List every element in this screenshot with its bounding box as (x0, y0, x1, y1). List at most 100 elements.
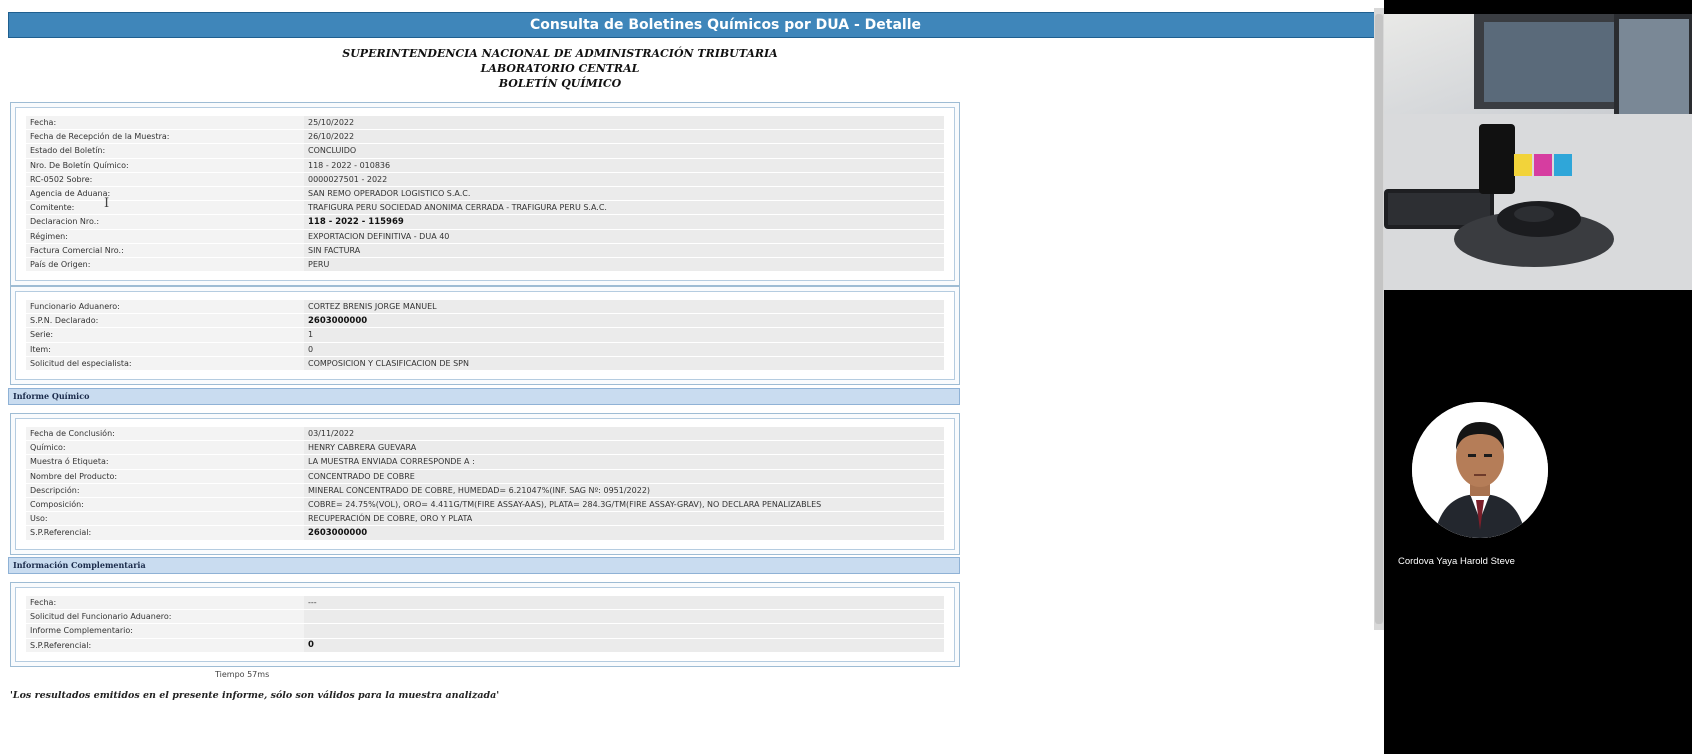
row-label: Estado del Boletín: (26, 143, 304, 159)
doc-title: BOLETÍN QUÍMICO (498, 77, 622, 90)
scrollbar-thumb[interactable] (1375, 14, 1383, 624)
row-label: Composición: (26, 497, 304, 513)
table-row: Fecha: 25/10/2022 (26, 116, 944, 131)
row-label: Serie: (26, 327, 304, 343)
row-label: Nombre del Producto: (26, 469, 304, 484)
general-info-panel: Fecha: 25/10/2022 Fecha de Recepción de l… (10, 102, 960, 287)
disclaimer-text: 'Los resultados emitidos en el presente … (10, 690, 500, 701)
table-row: Composición: COBRE= 24.75%(VOL), ORO= 4.4… (26, 497, 944, 513)
row-value: 2603000000 (304, 525, 944, 541)
video-call-panel: Cordova Yaya Harold Steve (1384, 0, 1692, 754)
row-value: --- (304, 596, 944, 611)
row-label: RC-0502 Sobre: (26, 172, 304, 187)
table-row: Estado del Boletín: CONCLUIDO (26, 143, 944, 159)
row-value: RECUPERACIÓN DE COBRE, ORO Y PLATA (304, 511, 944, 527)
table-row: Solicitud del especialista: COMPOSICION Y… (26, 356, 944, 371)
row-label: Agencia de Aduana: (26, 186, 304, 202)
row-label: Fecha: (26, 596, 304, 611)
table-row: Declaracion Nro.: 118 - 2022 - 115969 (26, 214, 944, 230)
row-value: EXPORTACION DEFINITIVA - DUA 40 (304, 229, 944, 244)
row-label: Fecha de Conclusión: (26, 427, 304, 442)
table-row: Agencia de Aduana: SAN REMO OPERADOR LOGI… (26, 186, 944, 202)
table-row: País de Origen: PERU (26, 257, 944, 273)
row-value: 25/10/2022 (304, 116, 944, 131)
table-row: Nro. De Boletín Químico: 118 - 2022 - 010… (26, 158, 944, 173)
participant-photo (1412, 402, 1548, 538)
participant-name: Cordova Yaya Harold Steve (1398, 556, 1515, 567)
table-row: Descripción: MINERAL CONCENTRADO DE COBRE… (26, 483, 944, 498)
row-label: S.P.Referencial: (26, 525, 304, 541)
table-row: S.P.N. Declarado: 2603000000 (26, 313, 944, 329)
row-label: Solicitud del Funcionario Aduanero: (26, 609, 304, 625)
row-label: Item: (26, 342, 304, 357)
row-label: Régimen: (26, 229, 304, 244)
table-row: Fecha de Recepción de la Muestra: 26/10/2… (26, 129, 944, 145)
row-value: 0 (304, 342, 944, 357)
table-row: Funcionario Aduanero: CORTEZ BRENIS JORGE… (26, 300, 944, 315)
row-value: 2603000000 (304, 313, 944, 329)
general-info-table: Fecha: 25/10/2022 Fecha de Recepción de l… (26, 116, 944, 273)
row-label: Muestra ó Etiqueta: (26, 454, 304, 470)
row-value: PERU (304, 257, 944, 273)
informe-quimico-panel: Fecha de Conclusión: 03/11/2022 Químico: H… (10, 413, 960, 555)
row-value: SIN FACTURA (304, 243, 944, 258)
table-row: Item: 0 (26, 342, 944, 357)
table-row: Nombre del Producto: CONCENTRADO DE COBRE (26, 469, 944, 484)
row-value: 118 - 2022 - 115969 (304, 214, 944, 230)
participant-avatar (1412, 402, 1548, 538)
row-value: 1 (304, 327, 944, 343)
row-label: Factura Comercial Nro.: (26, 243, 304, 258)
row-value: COBRE= 24.75%(VOL), ORO= 4.411G/TM(FIRE … (304, 497, 944, 513)
row-value: CORTEZ BRENIS JORGE MANUEL (304, 300, 944, 315)
table-row: Fecha de Conclusión: 03/11/2022 (26, 427, 944, 442)
table-row: Muestra ó Etiqueta: LA MUESTRA ENVIADA CO… (26, 454, 944, 470)
camera-feed (1384, 14, 1692, 290)
row-value (304, 623, 944, 639)
row-label: Solicitud del especialista: (26, 356, 304, 371)
row-label: Comitente: (26, 200, 304, 216)
row-value: CONCLUIDO (304, 143, 944, 159)
informe-quimico-table: Fecha de Conclusión: 03/11/2022 Químico: H… (26, 427, 944, 541)
row-value: HENRY CABRERA GUEVARA (304, 440, 944, 456)
row-value: CONCENTRADO DE COBRE (304, 469, 944, 484)
row-label: Uso: (26, 511, 304, 527)
row-label: Químico: (26, 440, 304, 456)
table-row: Fecha: --- (26, 596, 944, 611)
informe-quimico-header: Informe Químico (8, 388, 960, 405)
browser-viewport: Consulta de Boletines Químicos por DUA -… (0, 0, 1474, 754)
table-row: Uso: RECUPERACIÓN DE COBRE, ORO Y PLATA (26, 511, 944, 527)
row-label: Funcionario Aduanero: (26, 300, 304, 315)
page-title-bar: Consulta de Boletines Químicos por DUA -… (8, 12, 1443, 38)
table-row: Comitente: TRAFIGURA PERU SOCIEDAD ANONIM… (26, 200, 944, 216)
row-label: Declaracion Nro.: (26, 214, 304, 230)
row-value: 0 (304, 638, 944, 653)
participant-tile: Cordova Yaya Harold Steve (1384, 298, 1692, 754)
org-name: SUPERINTENDENCIA NACIONAL DE ADMINISTRAC… (342, 47, 778, 60)
lab-name: LABORATORIO CENTRAL (480, 62, 640, 75)
row-value: SAN REMO OPERADOR LOGISTICO S.A.C. (304, 186, 944, 202)
row-value (304, 609, 944, 625)
table-row: Químico: HENRY CABRERA GUEVARA (26, 440, 944, 456)
table-row: Serie: 1 (26, 327, 944, 343)
complementaria-table: Fecha: --- Solicitud del Funcionario Adua… (26, 596, 944, 653)
row-value: 118 - 2022 - 010836 (304, 158, 944, 173)
row-label: Descripción: (26, 483, 304, 498)
funcionario-table: Funcionario Aduanero: CORTEZ BRENIS JORGE… (26, 300, 944, 371)
row-label: Nro. De Boletín Químico: (26, 158, 304, 173)
table-row: S.P.Referencial: 0 (26, 638, 944, 653)
response-time: Tiempo 57ms (215, 670, 270, 679)
row-label: País de Origen: (26, 257, 304, 273)
row-value: 0000027501 - 2022 (304, 172, 944, 187)
table-row: Informe Complementario: (26, 623, 944, 639)
table-row: S.P.Referencial: 2603000000 (26, 525, 944, 541)
table-row: RC-0502 Sobre: 0000027501 - 2022 (26, 172, 944, 187)
row-value: MINERAL CONCENTRADO DE COBRE, HUMEDAD= 6… (304, 483, 944, 498)
table-row: Factura Comercial Nro.: SIN FACTURA (26, 243, 944, 258)
complementaria-panel: Fecha: --- Solicitud del Funcionario Adua… (10, 582, 960, 667)
row-label: Informe Complementario: (26, 623, 304, 639)
row-value: 03/11/2022 (304, 427, 944, 442)
funcionario-panel: Funcionario Aduanero: CORTEZ BRENIS JORGE… (10, 286, 960, 385)
row-value: COMPOSICION Y CLASIFICACION DE SPN (304, 356, 944, 371)
camera-scene-image (1384, 14, 1692, 290)
row-label: S.P.N. Declarado: (26, 313, 304, 329)
